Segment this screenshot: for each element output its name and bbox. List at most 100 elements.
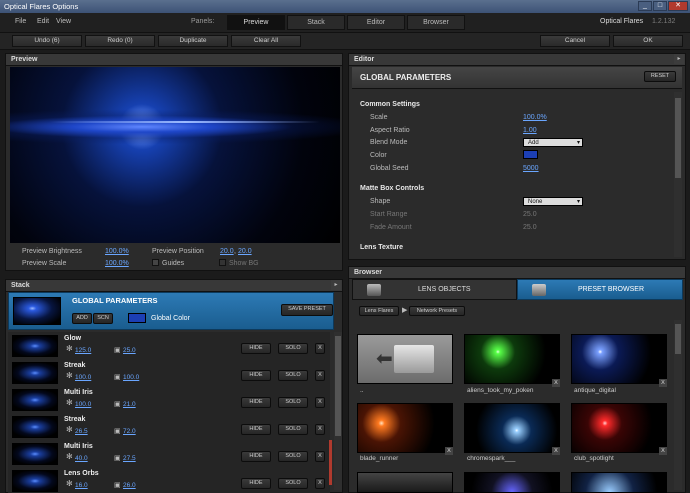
menu-file[interactable]: File <box>15 18 26 25</box>
remove-preset-button[interactable]: X <box>445 447 453 455</box>
reset-button[interactable]: RESET <box>644 71 676 82</box>
menu-edit[interactable]: Edit <box>37 18 49 25</box>
scale-value[interactable]: 100.0% <box>523 114 547 121</box>
editor-collapse-icon[interactable]: ▸ <box>674 54 684 64</box>
color-swatch[interactable] <box>523 150 538 159</box>
solo-button[interactable]: SOLO <box>278 343 308 354</box>
stack-scrollbar[interactable] <box>334 332 342 490</box>
delete-button[interactable]: X <box>315 478 325 489</box>
delete-button[interactable]: X <box>315 370 325 381</box>
blend-mode-select[interactable]: Add ▾ <box>523 138 583 147</box>
editor-scrollbar[interactable] <box>674 92 682 257</box>
browser-scrollbar[interactable] <box>674 320 682 490</box>
preview-position-label: Preview Position <box>152 248 204 255</box>
hide-button[interactable]: HIDE <box>241 478 271 489</box>
breadcrumb-lens-flares[interactable]: Lens Flares <box>359 306 399 316</box>
tab-preset-browser[interactable]: PRESET BROWSER <box>517 279 683 300</box>
preview-scale-label: Preview Scale <box>22 260 67 267</box>
lens-texture-title: Lens Texture <box>360 244 404 251</box>
global-seed-value[interactable]: 5000 <box>523 165 539 172</box>
stack-item-multi-iris[interactable]: Multi Iris ✻ 100.0 ▣ 21.0 HIDE SOLO X <box>8 386 330 414</box>
delete-button[interactable]: X <box>315 451 325 462</box>
remove-preset-button[interactable]: X <box>552 447 560 455</box>
app-name: Optical Flares <box>600 18 644 25</box>
browser-item-chromespark[interactable] <box>464 403 560 453</box>
solo-button[interactable]: SOLO <box>278 397 308 408</box>
breadcrumb-network-presets[interactable]: Network Presets <box>409 306 465 316</box>
show-bg-label: Show BG <box>229 260 259 267</box>
layer-scale[interactable]: 100.0 <box>123 374 139 381</box>
ok-button[interactable]: OK <box>613 35 683 47</box>
global-color-swatch[interactable] <box>128 313 146 323</box>
preview-position-x[interactable]: 20.0 <box>220 248 234 255</box>
delete-button[interactable]: X <box>315 424 325 435</box>
tab-browser[interactable]: Browser <box>407 15 465 30</box>
preview-position-y[interactable]: 20.0 <box>238 248 252 255</box>
layer-scale[interactable]: 26.0 <box>123 482 136 489</box>
preview-viewport[interactable] <box>10 67 340 243</box>
layer-brightness[interactable]: 100.0 <box>75 401 91 408</box>
layer-scale[interactable]: 72.0 <box>123 428 136 435</box>
layer-scale[interactable]: 27.5 <box>123 455 136 462</box>
remove-preset-button[interactable]: X <box>659 447 667 455</box>
hide-button[interactable]: HIDE <box>241 451 271 462</box>
solo-button[interactable]: SOLO <box>278 370 308 381</box>
remove-preset-button[interactable]: X <box>659 379 667 387</box>
remove-preset-button[interactable]: X <box>552 379 560 387</box>
stack-item-lens-orbs[interactable]: Lens Orbs ✻ 16.0 ▣ 26.0 HIDE SOLO X <box>8 467 330 493</box>
layer-brightness[interactable]: 16.0 <box>75 482 88 489</box>
browser-item-aliens[interactable] <box>464 334 560 384</box>
start-range-label: Start Range <box>370 211 408 218</box>
delete-button[interactable]: X <box>315 397 325 408</box>
browser-item-partial[interactable] <box>571 472 667 493</box>
duplicate-button[interactable]: Duplicate <box>158 35 228 47</box>
preview-brightness-value[interactable]: 100.0% <box>105 248 129 255</box>
stack-collapse-icon[interactable]: ▸ <box>331 280 341 290</box>
scn-button[interactable]: SCN <box>93 313 113 324</box>
tab-lens-objects[interactable]: LENS OBJECTS <box>352 279 517 300</box>
add-button[interactable]: ADD <box>72 313 92 324</box>
hide-button[interactable]: HIDE <box>241 397 271 408</box>
stack-item-glow[interactable]: Glow ✻ 125.0 ▣ 25.0 HIDE SOLO X <box>8 332 330 360</box>
solo-button[interactable]: SOLO <box>278 451 308 462</box>
browser-item-partial[interactable] <box>464 472 560 493</box>
hide-button[interactable]: HIDE <box>241 424 271 435</box>
layer-brightness[interactable]: 40.0 <box>75 455 88 462</box>
guides-checkbox[interactable] <box>152 259 159 266</box>
browser-item-blade-runner[interactable] <box>357 403 453 453</box>
redo-button[interactable]: Redo (0) <box>85 35 155 47</box>
undo-button[interactable]: Undo (6) <box>12 35 82 47</box>
tab-stack[interactable]: Stack <box>287 15 345 30</box>
solo-button[interactable]: SOLO <box>278 478 308 489</box>
solo-button[interactable]: SOLO <box>278 424 308 435</box>
stack-item-streak[interactable]: Streak ✻ 26.5 ▣ 72.0 HIDE SOLO X <box>8 413 330 441</box>
clear-all-button[interactable]: Clear All <box>231 35 301 47</box>
hide-button[interactable]: HIDE <box>241 370 271 381</box>
browser-item-club-spotlight[interactable] <box>571 403 667 453</box>
preview-scale-value[interactable]: 100.0% <box>105 260 129 267</box>
browser-item-partial[interactable] <box>357 472 453 493</box>
layer-brightness[interactable]: 100.0 <box>75 374 91 381</box>
tab-editor[interactable]: Editor <box>347 15 405 30</box>
sun-icon: ✻ <box>66 344 73 353</box>
minimize-icon[interactable]: _ <box>638 1 652 11</box>
layer-brightness[interactable]: 26.5 <box>75 428 88 435</box>
tab-preview[interactable]: Preview <box>227 15 285 30</box>
delete-button[interactable]: X <box>315 343 325 354</box>
browser-item-back[interactable]: ⬅ <box>357 334 453 384</box>
close-icon[interactable]: ✕ <box>668 1 688 11</box>
shape-select[interactable]: None ▾ <box>523 197 583 206</box>
save-preset-button[interactable]: SAVE PRESET <box>281 304 333 316</box>
stack-item-multi-iris[interactable]: Multi Iris ✻ 40.0 ▣ 27.5 HIDE SOLO X <box>8 440 330 468</box>
stack-item-streak[interactable]: Streak ✻ 100.0 ▣ 100.0 HIDE SOLO X <box>8 359 330 387</box>
aspect-ratio-value[interactable]: 1.00 <box>523 127 537 134</box>
hide-button[interactable]: HIDE <box>241 343 271 354</box>
maximize-icon[interactable]: □ <box>653 1 667 11</box>
browser-item-antique[interactable] <box>571 334 667 384</box>
layer-scale[interactable]: 25.0 <box>123 347 136 354</box>
show-bg-checkbox[interactable] <box>219 259 226 266</box>
menu-view[interactable]: View <box>56 18 71 25</box>
cancel-button[interactable]: Cancel <box>540 35 610 47</box>
layer-scale[interactable]: 21.0 <box>123 401 136 408</box>
layer-brightness[interactable]: 125.0 <box>75 347 91 354</box>
